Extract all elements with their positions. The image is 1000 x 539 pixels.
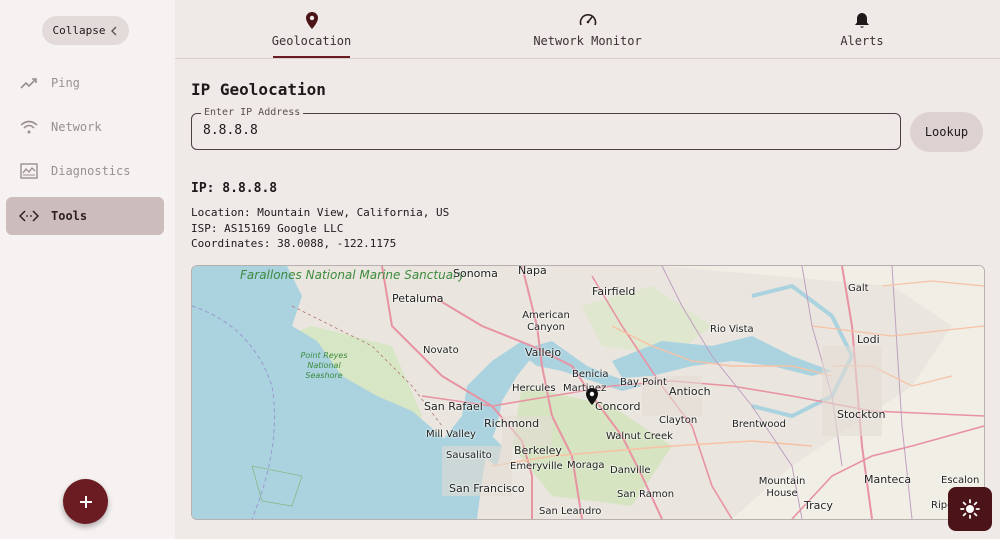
add-button[interactable] bbox=[63, 479, 108, 524]
map-label: Danville bbox=[610, 465, 651, 476]
map-label: Walnut Creek bbox=[606, 431, 673, 442]
tab-label: Network Monitor bbox=[533, 34, 642, 48]
trending-up-icon bbox=[19, 73, 39, 93]
result-ip: IP: 8.8.8.8 bbox=[191, 181, 278, 196]
wifi-icon bbox=[19, 117, 39, 137]
collapse-button[interactable]: Collapse bbox=[42, 16, 129, 45]
map-view[interactable]: Farallones National Marine Sanctuary Poi… bbox=[191, 265, 985, 520]
map-label: Sausalito bbox=[446, 450, 492, 461]
map-label: San Rafael bbox=[424, 400, 483, 413]
code-icon bbox=[19, 206, 39, 226]
ip-address-field: Enter IP Address bbox=[191, 107, 901, 150]
map-label: Petaluma bbox=[392, 292, 444, 305]
map-label: Novato bbox=[423, 345, 459, 356]
map-label: San Leandro bbox=[539, 506, 602, 517]
result-coordinates: Coordinates: 38.0088, -122.1175 bbox=[191, 237, 397, 250]
bell-icon bbox=[854, 10, 870, 30]
map-label: San Ramon bbox=[617, 489, 675, 500]
map-label: Rio Vista bbox=[710, 324, 754, 335]
sidebar-item-label: Diagnostics bbox=[51, 164, 131, 178]
result-location: Location: Mountain View, California, US bbox=[191, 206, 450, 219]
sidebar-item-ping[interactable]: Ping bbox=[6, 64, 164, 102]
sidebar-item-tools[interactable]: Tools bbox=[6, 197, 164, 235]
sidebar: Collapse Ping Network Diagnostics Tools bbox=[0, 0, 175, 539]
result-isp: ISP: AS15169 Google LLC bbox=[191, 222, 344, 235]
chart-monitor-icon bbox=[19, 161, 39, 181]
map-label: Emeryville bbox=[510, 461, 563, 472]
sun-icon bbox=[960, 499, 980, 519]
page-title: IP Geolocation bbox=[191, 80, 326, 99]
map-label: Hercules bbox=[512, 383, 556, 394]
map-label: San Francisco bbox=[449, 482, 525, 495]
sidebar-item-label: Network bbox=[51, 120, 102, 134]
map-label: Tracy bbox=[804, 499, 833, 512]
tab-network-monitor[interactable]: Network Monitor bbox=[530, 0, 645, 58]
tab-alerts[interactable]: Alerts bbox=[837, 0, 887, 58]
ip-address-legend: Enter IP Address bbox=[201, 107, 304, 118]
map-label: Mountain House bbox=[758, 476, 806, 499]
map-label: Brentwood bbox=[732, 419, 786, 430]
sidebar-item-label: Tools bbox=[51, 209, 88, 223]
map-label: Martinez bbox=[563, 383, 607, 394]
map-label: Moraga bbox=[567, 460, 605, 471]
map-label: Vallejo bbox=[525, 346, 562, 359]
map-label: Bay Point bbox=[620, 377, 667, 388]
sidebar-item-network[interactable]: Network bbox=[6, 108, 164, 146]
map-label: Richmond bbox=[484, 417, 540, 430]
tab-label: Geolocation bbox=[271, 34, 352, 48]
map-label: Benicia bbox=[572, 369, 609, 380]
map-label: Berkeley bbox=[514, 444, 562, 457]
ip-address-input[interactable] bbox=[203, 123, 883, 138]
map-label: Galt bbox=[848, 283, 869, 294]
map-label: Mill Valley bbox=[426, 429, 476, 440]
map-label: Napa bbox=[518, 265, 547, 277]
map-label-farallones: Farallones National Marine Sanctuary bbox=[240, 268, 466, 282]
sidebar-item-diagnostics[interactable]: Diagnostics bbox=[6, 152, 164, 190]
map-label: Sonoma bbox=[453, 267, 498, 280]
chevron-left-icon bbox=[110, 26, 118, 36]
tab-geolocation[interactable]: Geolocation bbox=[271, 0, 352, 58]
map-marker-icon[interactable] bbox=[586, 388, 598, 405]
collapse-label: Collapse bbox=[52, 24, 106, 37]
map-label: Antioch bbox=[669, 385, 711, 398]
map-label: Escalon bbox=[941, 475, 980, 486]
map-label: Stockton bbox=[837, 408, 886, 421]
map-label: Lodi bbox=[857, 333, 880, 346]
map-label: Clayton bbox=[659, 415, 698, 426]
location-pin-icon bbox=[305, 10, 318, 30]
theme-toggle-button[interactable] bbox=[948, 487, 992, 531]
sidebar-item-label: Ping bbox=[51, 76, 80, 90]
tab-label: Alerts bbox=[840, 34, 884, 48]
map-label: American Canyon bbox=[522, 310, 570, 333]
lookup-button[interactable]: Lookup bbox=[910, 112, 983, 152]
map-label-point-reyes: Point Reyes National Seashore bbox=[300, 351, 348, 380]
map-label: Manteca bbox=[864, 473, 912, 486]
tab-bar: Geolocation Network Monitor Alerts bbox=[175, 0, 1000, 59]
map-label: Concord bbox=[595, 400, 641, 413]
plus-icon bbox=[78, 494, 94, 510]
main-content: Geolocation Network Monitor Alerts IP Ge… bbox=[175, 0, 1000, 539]
map-label: Fairfield bbox=[592, 285, 636, 298]
speedometer-icon bbox=[579, 10, 597, 30]
